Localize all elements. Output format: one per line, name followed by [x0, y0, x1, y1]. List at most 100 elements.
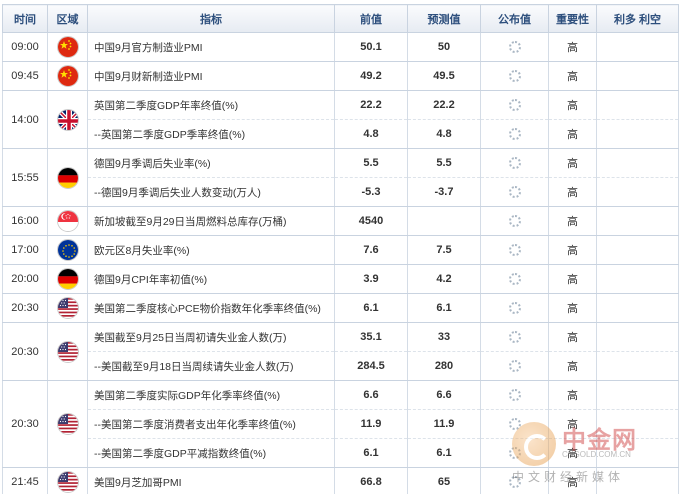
importance-level: 高 [548, 467, 597, 494]
event-time: 15:55 [2, 148, 48, 207]
loading-spinner-icon [508, 331, 521, 344]
previous-value: 35.1 [334, 322, 408, 352]
impact-cell [596, 438, 679, 468]
event-time: 09:45 [2, 61, 48, 91]
indicator-link[interactable]: 新加坡截至9月29日当周燃料总库存(万桶) [87, 206, 335, 236]
calendar-row: 17:00 欧元区8月失业率(%) 7.6 7.5 高 [2, 235, 679, 265]
importance-level: 高 [548, 409, 597, 439]
indicator-link[interactable]: 中国9月官方制造业PMI [87, 32, 335, 62]
indicator-link[interactable]: --美国第二季度消费者支出年化季率终值(%) [87, 409, 335, 439]
indicator-link[interactable]: 美国第二季度实际GDP年化季率终值(%) [87, 380, 335, 410]
loading-spinner-icon [508, 128, 521, 141]
event-time: 20:30 [2, 293, 48, 323]
header-impact: 利多 利空 [596, 4, 679, 33]
impact-cell [596, 61, 679, 91]
impact-cell [596, 90, 679, 120]
forecast-value: 22.2 [407, 90, 481, 120]
indicator-link[interactable]: 美国9月芝加哥PMI [87, 467, 335, 494]
indicator-link[interactable]: --英国第二季度GDP季率终值(%) [87, 119, 335, 149]
loading-spinner-icon [508, 99, 521, 112]
forecast-value: 49.5 [407, 61, 481, 91]
importance-level: 高 [548, 235, 597, 265]
loading-spinner-icon [508, 418, 521, 431]
forecast-value: 50 [407, 32, 481, 62]
region-cell [47, 293, 88, 323]
impact-cell [596, 148, 679, 178]
calendar-row: 15:55 德国9月季调后失业率(%) 5.5 5.5 高 [2, 148, 679, 207]
forecast-value: 4.2 [407, 264, 481, 294]
calendar-row: 21:45 美国9月芝加哥PMI 66.8 65 高 [2, 467, 679, 494]
header-forecast: 预测值 [407, 4, 481, 33]
loading-spinner-icon [508, 360, 521, 373]
indicator-link[interactable]: --美国第二季度GDP平减指数终值(%) [87, 438, 335, 468]
calendar-row: --德国9月季调后失业人数变动(万人) -5.3 -3.7 高 [3, 177, 679, 207]
germany-flag-icon [56, 166, 79, 189]
actual-value [480, 235, 549, 265]
loading-spinner-icon [508, 186, 521, 199]
loading-spinner-icon [508, 41, 521, 54]
region-cell [47, 322, 88, 381]
eu-flag-icon [56, 239, 79, 261]
indicator-link[interactable]: --美国截至9月18日当周续请失业金人数(万) [87, 351, 335, 381]
china-flag-icon [56, 65, 79, 87]
indicator-link[interactable]: 欧元区8月失业率(%) [87, 235, 335, 265]
indicator-link[interactable]: 德国9月季调后失业率(%) [87, 148, 335, 178]
uk-flag-icon [56, 108, 79, 131]
importance-level: 高 [548, 380, 597, 410]
event-time: 21:45 [2, 467, 48, 494]
indicator-link[interactable]: 英国第二季度GDP年率终值(%) [87, 90, 335, 120]
previous-value: -5.3 [334, 177, 408, 207]
actual-value [480, 438, 549, 468]
event-time: 20:00 [2, 264, 48, 294]
indicator-link[interactable]: --德国9月季调后失业人数变动(万人) [87, 177, 335, 207]
importance-level: 高 [548, 322, 597, 352]
impact-cell [596, 293, 679, 323]
previous-value: 7.6 [334, 235, 408, 265]
calendar-row: --美国截至9月18日当周续请失业金人数(万) 284.5 280 高 [3, 351, 679, 381]
impact-cell [596, 380, 679, 410]
us-flag-icon [56, 413, 79, 435]
indicator-link[interactable]: 美国截至9月25日当周初请失业金人数(万) [87, 322, 335, 352]
table-header: 时间 区域 指标 前值 预测值 公布值 重要性 利多 利空 [2, 4, 679, 33]
importance-level: 高 [548, 61, 597, 91]
indicator-link[interactable]: 中国9月财新制造业PMI [87, 61, 335, 91]
importance-level: 高 [548, 148, 597, 178]
region-cell [47, 264, 88, 294]
impact-cell [596, 119, 679, 149]
loading-spinner-icon [508, 157, 521, 170]
calendar-row: --美国第二季度GDP平减指数终值(%) 6.1 6.1 高 [3, 438, 679, 468]
importance-level: 高 [548, 177, 597, 207]
event-time: 16:00 [2, 206, 48, 236]
loading-spinner-icon [508, 273, 521, 286]
importance-level: 高 [548, 351, 597, 381]
forecast-value: 65 [407, 467, 481, 494]
indicator-link[interactable]: 美国第二季度核心PCE物价指数年化季率终值(%) [87, 293, 335, 323]
importance-level: 高 [548, 32, 597, 62]
previous-value: 6.6 [334, 380, 408, 410]
forecast-value [407, 206, 481, 236]
previous-value: 4540 [334, 206, 408, 236]
previous-value: 49.2 [334, 61, 408, 91]
previous-value: 11.9 [334, 409, 408, 439]
impact-cell [596, 32, 679, 62]
calendar-row: 09:00 中国9月官方制造业PMI 50.1 50 高 [2, 32, 679, 62]
forecast-value: -3.7 [407, 177, 481, 207]
region-cell [47, 206, 88, 236]
indicator-link[interactable]: 德国9月CPI年率初值(%) [87, 264, 335, 294]
actual-value [480, 206, 549, 236]
importance-level: 高 [548, 438, 597, 468]
previous-value: 50.1 [334, 32, 408, 62]
actual-value [480, 119, 549, 149]
region-cell [47, 32, 88, 62]
calendar-row: 20:30 美国截至9月25日当周初请失业金人数(万) 35.1 33 高 [2, 322, 679, 381]
us-flag-icon [56, 471, 79, 493]
impact-cell [596, 409, 679, 439]
importance-level: 高 [548, 264, 597, 294]
forecast-value: 6.1 [407, 293, 481, 323]
us-flag-icon [56, 340, 79, 363]
region-cell [47, 380, 88, 468]
forecast-value: 6.1 [407, 438, 481, 468]
previous-value: 6.1 [334, 293, 408, 323]
calendar-row: --美国第二季度消费者支出年化季率终值(%) 11.9 11.9 高 [3, 409, 679, 439]
event-time: 17:00 [2, 235, 48, 265]
